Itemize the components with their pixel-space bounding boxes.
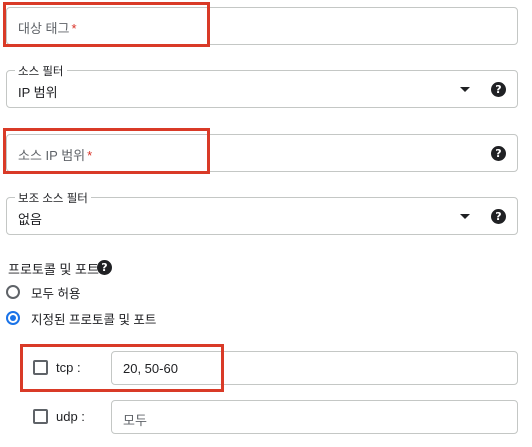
udp-label: udp : <box>56 409 85 424</box>
help-icon[interactable]: ? <box>491 209 506 224</box>
required-mark: * <box>87 148 93 163</box>
udp-ports-input[interactable]: 모두 <box>111 400 518 434</box>
tcp-ports-input[interactable]: 20, 50-60 <box>111 351 518 385</box>
radio-allow-all[interactable]: 모두 허용 <box>6 283 80 301</box>
help-icon[interactable]: ? <box>97 260 112 275</box>
tcp-ports-value: 20, 50-60 <box>123 361 178 376</box>
secondary-source-filter-value: 없음 <box>18 212 42 227</box>
tcp-label: tcp : <box>56 360 81 375</box>
secondary-source-filter-select[interactable]: 보조 소스 필터 없음 ? <box>6 190 518 235</box>
target-tags-placeholder: 대상 태그 * <box>18 21 77 36</box>
protocols-ports-heading: 프로토콜 및 포트 <box>8 262 99 277</box>
radio-button[interactable] <box>6 285 20 299</box>
radio-label: 지정된 프로토콜 및 포트 <box>31 312 157 327</box>
source-filter-value: IP 범위 <box>18 85 58 100</box>
radio-specified-protocols[interactable]: 지정된 프로토콜 및 포트 <box>6 309 156 327</box>
help-icon[interactable]: ? <box>491 146 506 161</box>
secondary-source-filter-label: 보조 소스 필터 <box>15 190 91 206</box>
radio-button-selected[interactable] <box>6 311 20 325</box>
dropdown-arrow-icon[interactable] <box>460 87 470 92</box>
firewall-rule-form: 대상 태그 * 소스 필터 IP 범위 ? 소스 IP 범위 * ? 보조 소스 필… <box>0 0 532 447</box>
help-icon[interactable]: ? <box>491 82 506 97</box>
udp-ports-placeholder: 모두 <box>123 413 147 428</box>
source-ip-ranges-field[interactable]: 소스 IP 범위 * ? <box>6 134 518 172</box>
source-filter-label: 소스 필터 <box>15 63 67 79</box>
radio-label: 모두 허용 <box>31 286 81 301</box>
required-mark: * <box>71 21 77 36</box>
udp-checkbox[interactable] <box>33 409 48 424</box>
tcp-checkbox[interactable] <box>33 360 48 375</box>
source-filter-select[interactable]: 소스 필터 IP 범위 ? <box>6 63 518 108</box>
target-tags-field[interactable]: 대상 태그 * <box>6 7 518 45</box>
source-ip-ranges-placeholder: 소스 IP 범위 * <box>18 148 93 163</box>
dropdown-arrow-icon[interactable] <box>460 214 470 219</box>
